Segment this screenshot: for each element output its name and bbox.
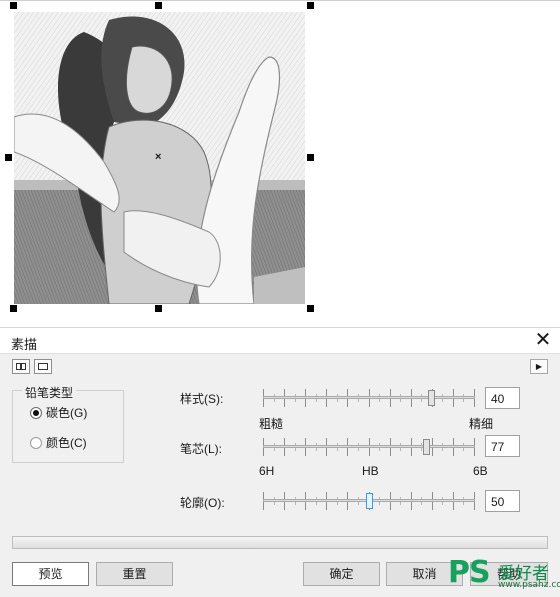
ok-button[interactable]: 确定 bbox=[303, 562, 380, 586]
radio-carbon-indicator[interactable] bbox=[30, 406, 42, 419]
resize-handle-bottom-left[interactable] bbox=[10, 305, 17, 312]
core-value-input[interactable]: 77 bbox=[485, 435, 520, 457]
resize-handle-top-left[interactable] bbox=[10, 2, 17, 9]
single-preview-icon[interactable] bbox=[34, 359, 52, 374]
resize-handle-right[interactable] bbox=[307, 154, 314, 161]
resize-handle-top[interactable] bbox=[155, 2, 162, 9]
split-preview-icon[interactable] bbox=[12, 359, 30, 374]
outline-value-input[interactable]: 50 bbox=[485, 490, 520, 512]
outline-slider-thumb[interactable] bbox=[366, 493, 373, 509]
core-slider-thumb[interactable] bbox=[423, 439, 430, 455]
style-label: 样式(S): bbox=[180, 392, 224, 406]
outline-slider[interactable] bbox=[263, 492, 475, 510]
style-slider[interactable] bbox=[263, 389, 475, 407]
core-mid-label: HB bbox=[362, 464, 379, 478]
style-slider-track[interactable] bbox=[263, 396, 475, 399]
document-canvas[interactable]: × bbox=[0, 0, 560, 327]
watermark-url: www.psahz.com bbox=[498, 580, 560, 590]
style-min-label: 粗糙 bbox=[259, 417, 284, 431]
style-value-input[interactable]: 40 bbox=[485, 387, 520, 409]
radio-carbon-label: 碳色(G) bbox=[46, 406, 88, 420]
core-max-label: 6B bbox=[473, 464, 488, 478]
resize-handle-top-right[interactable] bbox=[307, 2, 314, 9]
outline-label: 轮廓(O): bbox=[180, 496, 225, 510]
core-min-label: 6H bbox=[259, 464, 275, 478]
site-watermark-logo: PS 爱好者 www.psahz.com bbox=[448, 555, 560, 593]
reset-button[interactable]: 重置 bbox=[96, 562, 173, 586]
style-max-label: 精细 bbox=[469, 417, 494, 431]
core-slider[interactable] bbox=[263, 438, 475, 456]
core-label: 笔芯(L): bbox=[180, 442, 223, 456]
resize-handle-bottom[interactable] bbox=[155, 305, 162, 312]
expand-panel-icon[interactable]: ▶ bbox=[530, 359, 548, 374]
core-slider-track[interactable] bbox=[263, 445, 475, 448]
watermark-ps: PS bbox=[448, 555, 491, 590]
preview-button[interactable]: 预览 bbox=[12, 562, 89, 586]
pencil-type-legend: 铅笔类型 bbox=[22, 384, 77, 401]
close-icon[interactable]: ✕ bbox=[532, 329, 554, 351]
canvas-top-border bbox=[0, 0, 560, 1]
radio-color-label: 颜色(C) bbox=[46, 436, 87, 450]
radio-carbon[interactable]: 碳色(G) bbox=[30, 404, 87, 421]
dialog-titlebar[interactable]: 素描 ✕ bbox=[0, 328, 560, 354]
resize-handle-left[interactable] bbox=[5, 154, 12, 161]
resize-handle-bottom-right[interactable] bbox=[307, 305, 314, 312]
style-slider-thumb[interactable] bbox=[428, 390, 435, 406]
radio-color[interactable]: 颜色(C) bbox=[30, 434, 87, 451]
radio-color-indicator[interactable] bbox=[30, 436, 42, 449]
center-marker-icon: × bbox=[155, 151, 162, 163]
dialog-title: 素描 bbox=[11, 337, 38, 352]
progress-bar bbox=[12, 536, 548, 549]
